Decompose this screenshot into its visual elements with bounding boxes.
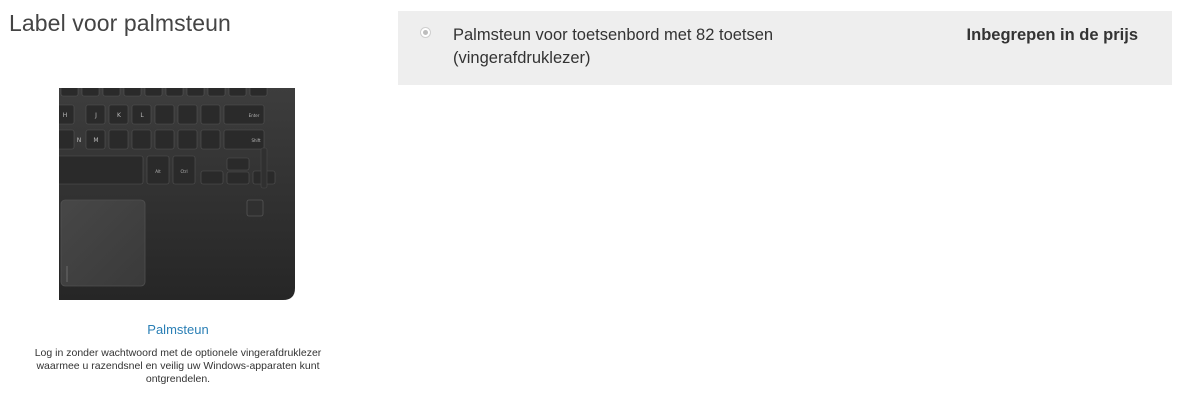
section-title: Label voor palmsteun	[9, 10, 231, 36]
svg-text:H: H	[63, 112, 68, 119]
svg-text:N: N	[77, 137, 82, 144]
option-price: Inbegrepen in de prijs	[966, 26, 1138, 44]
caption-description: Log in zonder wachtwoord met de optionel…	[34, 347, 322, 385]
caption-title: Palmsteun	[147, 322, 209, 337]
palmrest-option[interactable]: Palmsteun voor toetsenbord met 82 toetse…	[398, 11, 1172, 85]
svg-text:Enter: Enter	[249, 113, 260, 118]
fingerprint-reader	[246, 199, 264, 217]
touchpad	[60, 199, 146, 287]
option-label: Palmsteun voor toetsenbord met 82 toetse…	[453, 26, 774, 67]
option-radio-button[interactable]	[420, 27, 431, 38]
svg-text:Ctrl: Ctrl	[180, 169, 187, 174]
svg-text:J: J	[94, 112, 97, 119]
svg-text:Shift: Shift	[251, 138, 261, 143]
svg-text:M: M	[93, 137, 98, 144]
palmrest-image: H J K L N M Alt Ctrl Enter Shift	[59, 88, 295, 303]
svg-text:Alt: Alt	[155, 169, 161, 174]
